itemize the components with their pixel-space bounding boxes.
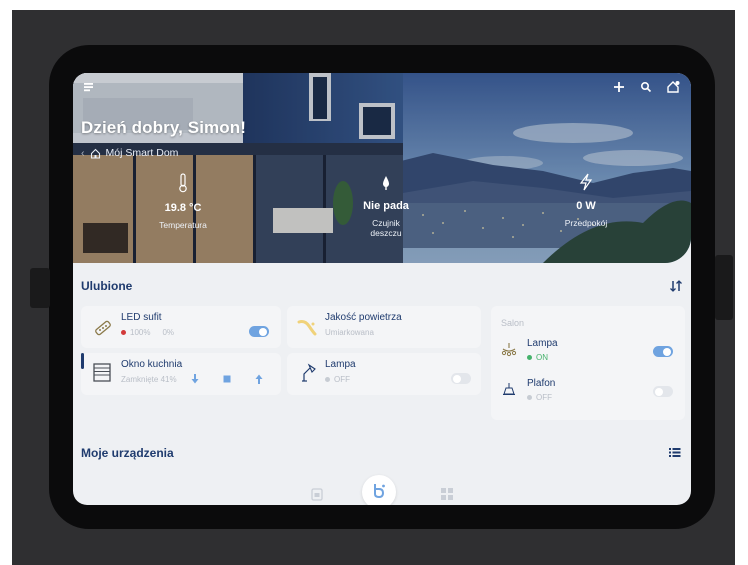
- power-label: Przedpokój: [564, 218, 608, 228]
- salon-lamp-status: ON: [536, 353, 548, 362]
- stop-icon[interactable]: [223, 375, 231, 383]
- window-name: Okno kuchnia: [121, 359, 183, 370]
- window-status: Zamknięte 41%: [121, 375, 177, 384]
- temperature-label: Temperatura: [159, 220, 207, 230]
- temperature-value: 19.8 °C: [164, 202, 202, 214]
- sensor-rain[interactable]: Nie pada Czujnik deszczu: [346, 173, 426, 238]
- led-color-dot: [121, 330, 126, 335]
- led-status: 100% 0%: [121, 328, 174, 337]
- lamp-name: Lampa: [325, 359, 356, 370]
- salon-title: Salon: [501, 318, 525, 328]
- list-view-icon[interactable]: [669, 447, 681, 458]
- lamp-toggle[interactable]: [451, 373, 471, 384]
- app-screen: Dzień dobry, Simon! ‹ Mój Smart Dom 19.8…: [73, 73, 691, 505]
- active-indicator: [81, 353, 84, 369]
- nav-home-button[interactable]: [362, 475, 396, 505]
- home-selector[interactable]: ‹ Mój Smart Dom: [81, 147, 178, 159]
- sensor-power[interactable]: 0 W Przedpokój: [546, 173, 626, 228]
- salon-plafon-status-row: OFF: [527, 393, 552, 402]
- ceiling-lamp-icon: [503, 383, 515, 395]
- home-settings-icon[interactable]: [666, 79, 681, 94]
- lamp-status: OFF: [334, 375, 350, 384]
- tablet-side-button: [30, 268, 50, 308]
- window-blind-icon: [93, 363, 111, 382]
- favorites-title: Ulubione: [81, 279, 133, 293]
- greeting-title: Dzień dobry, Simon!: [81, 118, 246, 137]
- led-percent: 100%: [130, 328, 151, 337]
- search-icon[interactable]: [640, 81, 652, 93]
- favorite-card-window[interactable]: Okno kuchnia Zamknięte 41%: [81, 353, 281, 395]
- brand-logo-icon: [374, 484, 385, 499]
- bottom-navigation: [73, 475, 691, 505]
- desk-lamp-icon: [302, 363, 316, 382]
- sensor-temperature[interactable]: 19.8 °C Temperatura: [143, 173, 223, 230]
- salon-plafon-toggle[interactable]: [653, 386, 673, 397]
- salon-lamp-name: Lampa: [527, 338, 558, 349]
- plus-icon[interactable]: [613, 81, 625, 93]
- chandelier-icon: [501, 343, 517, 357]
- salon-lamp-row[interactable]: Lampa ON: [491, 332, 685, 368]
- menu-icon[interactable]: [83, 81, 95, 93]
- led-name: LED sufit: [121, 312, 162, 323]
- favorite-card-air-quality[interactable]: Jakość powietrza Umiarkowana: [287, 306, 481, 348]
- favorite-card-led[interactable]: LED sufit 100% 0%: [81, 306, 281, 348]
- nav-scenes-icon[interactable]: [440, 487, 454, 501]
- led-strip-icon: [95, 320, 111, 336]
- off-dot: [527, 395, 532, 400]
- salon-lamp-status-row: ON: [527, 353, 548, 362]
- rain-label: Czujnik deszczu: [370, 218, 402, 239]
- raindrop-icon: [383, 176, 389, 190]
- arrow-up-icon[interactable]: [255, 374, 263, 384]
- air-quality-status: Umiarkowana: [325, 328, 374, 337]
- power-value: 0 W: [576, 200, 596, 212]
- salon-plafon-name: Plafon: [527, 378, 556, 389]
- house-icon: [90, 148, 100, 159]
- salon-plafon-status: OFF: [536, 393, 552, 402]
- arrow-down-icon[interactable]: [191, 374, 199, 384]
- thermometer-icon: [179, 173, 187, 193]
- salon-plafon-row[interactable]: Plafon OFF: [491, 374, 685, 410]
- favorite-card-lamp[interactable]: Lampa OFF: [287, 353, 481, 395]
- lamp-status-row: OFF: [325, 375, 350, 384]
- led-toggle[interactable]: [249, 326, 269, 337]
- salon-lamp-toggle[interactable]: [653, 346, 673, 357]
- home-name: Mój Smart Dom: [105, 147, 179, 159]
- air-quality-icon: [297, 320, 317, 336]
- led-second-value: 0%: [162, 328, 175, 337]
- lightning-icon: [579, 173, 593, 191]
- rain-value: Nie pada: [363, 200, 409, 212]
- on-dot: [527, 355, 532, 360]
- sort-icon[interactable]: [669, 280, 683, 292]
- tablet-side-button-right: [715, 255, 733, 320]
- chevron-left-icon: ‹: [81, 147, 85, 159]
- off-dot: [325, 377, 330, 382]
- room-card-salon: Salon Lampa ON Plafon OFF: [491, 306, 685, 420]
- nav-devices-icon[interactable]: [310, 487, 324, 501]
- hero-banner: Dzień dobry, Simon! ‹ Mój Smart Dom 19.8…: [73, 73, 691, 263]
- air-quality-name: Jakość powietrza: [325, 312, 402, 323]
- my-devices-title: Moje urządzenia: [81, 446, 174, 460]
